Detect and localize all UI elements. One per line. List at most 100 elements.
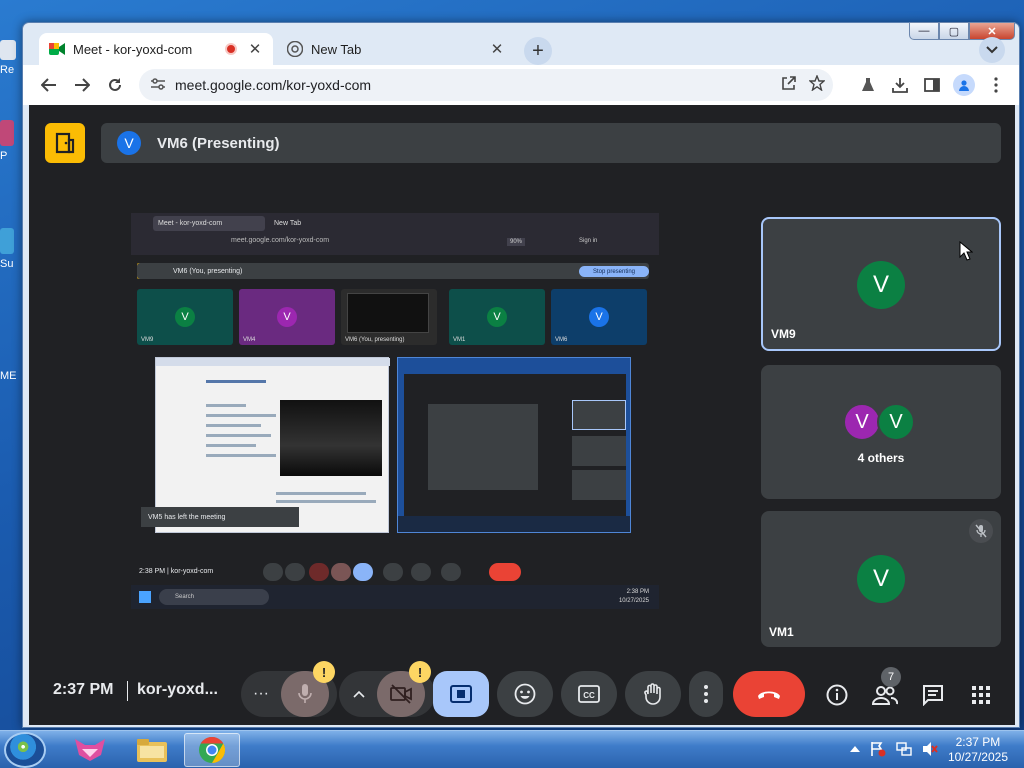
browser-menu-button[interactable] [983, 69, 1009, 101]
action-center-flag-icon[interactable] [870, 741, 886, 760]
more-actions-button[interactable] [689, 671, 723, 717]
captions-button[interactable]: CC [561, 671, 617, 717]
extension-flask-icon[interactable] [855, 69, 881, 101]
shared-tab-title: Meet - kor-yoxd-com [158, 220, 223, 227]
close-tab-icon[interactable]: ✕ [247, 40, 263, 58]
mic-warning-icon: ! [313, 661, 335, 683]
nested-image [280, 400, 382, 476]
present-screen-icon [450, 685, 472, 703]
shared-tile-avatar: V [175, 307, 195, 327]
google-meet-icon [49, 41, 65, 57]
mic-off-icon [969, 519, 993, 543]
participant-avatar: V [857, 555, 905, 603]
reload-icon [109, 78, 121, 91]
presenter-avatar: V [117, 131, 141, 155]
tab-search-button[interactable] [979, 37, 1005, 63]
door-icon [55, 132, 75, 154]
people-icon [872, 686, 898, 705]
recording-indicator-icon [225, 43, 237, 55]
reload-button[interactable] [99, 69, 131, 101]
shared-windows-icon [139, 591, 151, 603]
forward-button[interactable] [66, 69, 98, 101]
shared-controls: 2:38 PM | kor-yoxd-com [131, 559, 659, 585]
shared-tile-avatar: V [277, 307, 297, 327]
show-hidden-icons-icon[interactable] [849, 744, 860, 756]
profile-avatar-icon [953, 74, 975, 96]
bookmark-star-icon[interactable] [805, 74, 829, 95]
close-tab-icon[interactable]: ✕ [489, 40, 505, 58]
taskbar-app-explorer[interactable] [124, 733, 180, 767]
address-bar[interactable]: meet.google.com/kor-yoxd-com [139, 69, 833, 101]
taskbar-app-chrome[interactable] [184, 733, 240, 767]
shared-tab-new: New Tab [269, 216, 373, 231]
tab-title: Meet - kor-yoxd-com [73, 41, 193, 57]
presenter-label: VM6 (Presenting) [157, 134, 280, 152]
participant-tile-vm1[interactable]: V VM1 [761, 511, 1001, 647]
meeting-info-button[interactable] [821, 679, 853, 711]
shared-zoom-level: 90% [507, 238, 526, 246]
clock-date: 10/27/2025 [947, 750, 1008, 764]
present-button[interactable] [433, 671, 489, 717]
site-info-icon[interactable] [151, 77, 165, 93]
raise-hand-button[interactable] [625, 671, 681, 717]
participant-avatar: V [843, 403, 881, 441]
reactions-button[interactable] [497, 671, 553, 717]
desktop-icon-su[interactable]: Su [0, 228, 22, 288]
desktop-icon-p[interactable]: P [0, 120, 22, 180]
new-tab-button[interactable]: + [524, 37, 552, 65]
back-button[interactable] [33, 69, 65, 101]
fox-app-icon [75, 739, 105, 761]
browser-window: — ▢ ✕ Meet - kor-yoxd-com ✕ New Tab ✕ + [22, 22, 1020, 728]
kebab-menu-icon [704, 685, 708, 703]
shared-clock-time: 2:38 PM [626, 589, 649, 595]
profile-button[interactable] [951, 69, 977, 101]
shared-tile-screen [347, 293, 429, 333]
call-controls: 2:37 PM kor-yoxd... ··· ! ! CC 7 [29, 661, 1015, 725]
desktop-icon-me[interactable]: ME [0, 336, 22, 396]
tab-meet[interactable]: Meet - kor-yoxd-com ✕ [39, 33, 273, 65]
microphone-button[interactable]: ! [281, 661, 335, 717]
chat-button[interactable] [917, 679, 949, 711]
volume-muted-icon[interactable] [922, 741, 938, 760]
people-button[interactable]: 7 [869, 667, 901, 711]
more-options-button[interactable]: ··· [253, 685, 269, 703]
tab-new-tab[interactable]: New Tab ✕ [277, 33, 515, 65]
side-panel-icon[interactable] [919, 69, 945, 101]
shared-tab-title: New Tab [274, 220, 302, 227]
shared-code: kor-yoxd-com [170, 568, 214, 575]
shared-tile: V VM1 [449, 289, 545, 345]
camera-off-icon [390, 684, 412, 704]
start-button[interactable] [4, 732, 46, 768]
apps-grid-icon [972, 686, 990, 704]
mouse-cursor-icon [959, 241, 973, 261]
system-clock[interactable]: 2:37 PM 10/27/2025 [948, 735, 1008, 765]
desktop-icon-recycle-bin[interactable]: Re [0, 40, 22, 100]
divider [127, 681, 128, 701]
leave-call-button[interactable] [733, 671, 805, 717]
participant-avatar: V [877, 403, 915, 441]
chevron-up-icon[interactable] [353, 690, 365, 698]
shared-url: meet.google.com/kor-yoxd-com [231, 237, 330, 244]
tab-title: New Tab [311, 41, 362, 57]
shared-tile-name: VM1 [453, 337, 466, 343]
tab-strip: Meet - kor-yoxd-com ✕ New Tab ✕ + [31, 31, 1011, 65]
meeting-details-button[interactable] [45, 123, 85, 163]
activities-button[interactable] [965, 679, 997, 711]
info-icon [826, 684, 848, 706]
shared-tab-strip: Meet - kor-yoxd-com New Tab [131, 213, 659, 233]
share-icon[interactable] [777, 75, 801, 95]
shared-present-bar: VM6 (You, presenting) [137, 263, 649, 279]
shared-pill [263, 563, 283, 581]
download-icon[interactable] [887, 69, 913, 101]
participant-tile-vm9[interactable]: V VM9 [761, 217, 1001, 351]
shared-time-code: 2:38 PM | kor-yoxd-com [139, 568, 214, 575]
network-icon[interactable] [896, 741, 912, 760]
presentation-banner: V VM6 (Presenting) [101, 123, 1001, 163]
url-text: meet.google.com/kor-yoxd-com [175, 77, 372, 93]
shared-screen: Meet - kor-yoxd-com New Tab meet.google.… [131, 213, 659, 609]
system-tray: 2:37 PM 10/27/2025 [849, 731, 1008, 768]
camera-button[interactable]: ! [377, 661, 431, 717]
shared-tile-name: VM4 [243, 337, 256, 343]
participant-tile-others[interactable]: V V 4 others [761, 365, 1001, 499]
taskbar-app-fox[interactable] [62, 733, 118, 767]
